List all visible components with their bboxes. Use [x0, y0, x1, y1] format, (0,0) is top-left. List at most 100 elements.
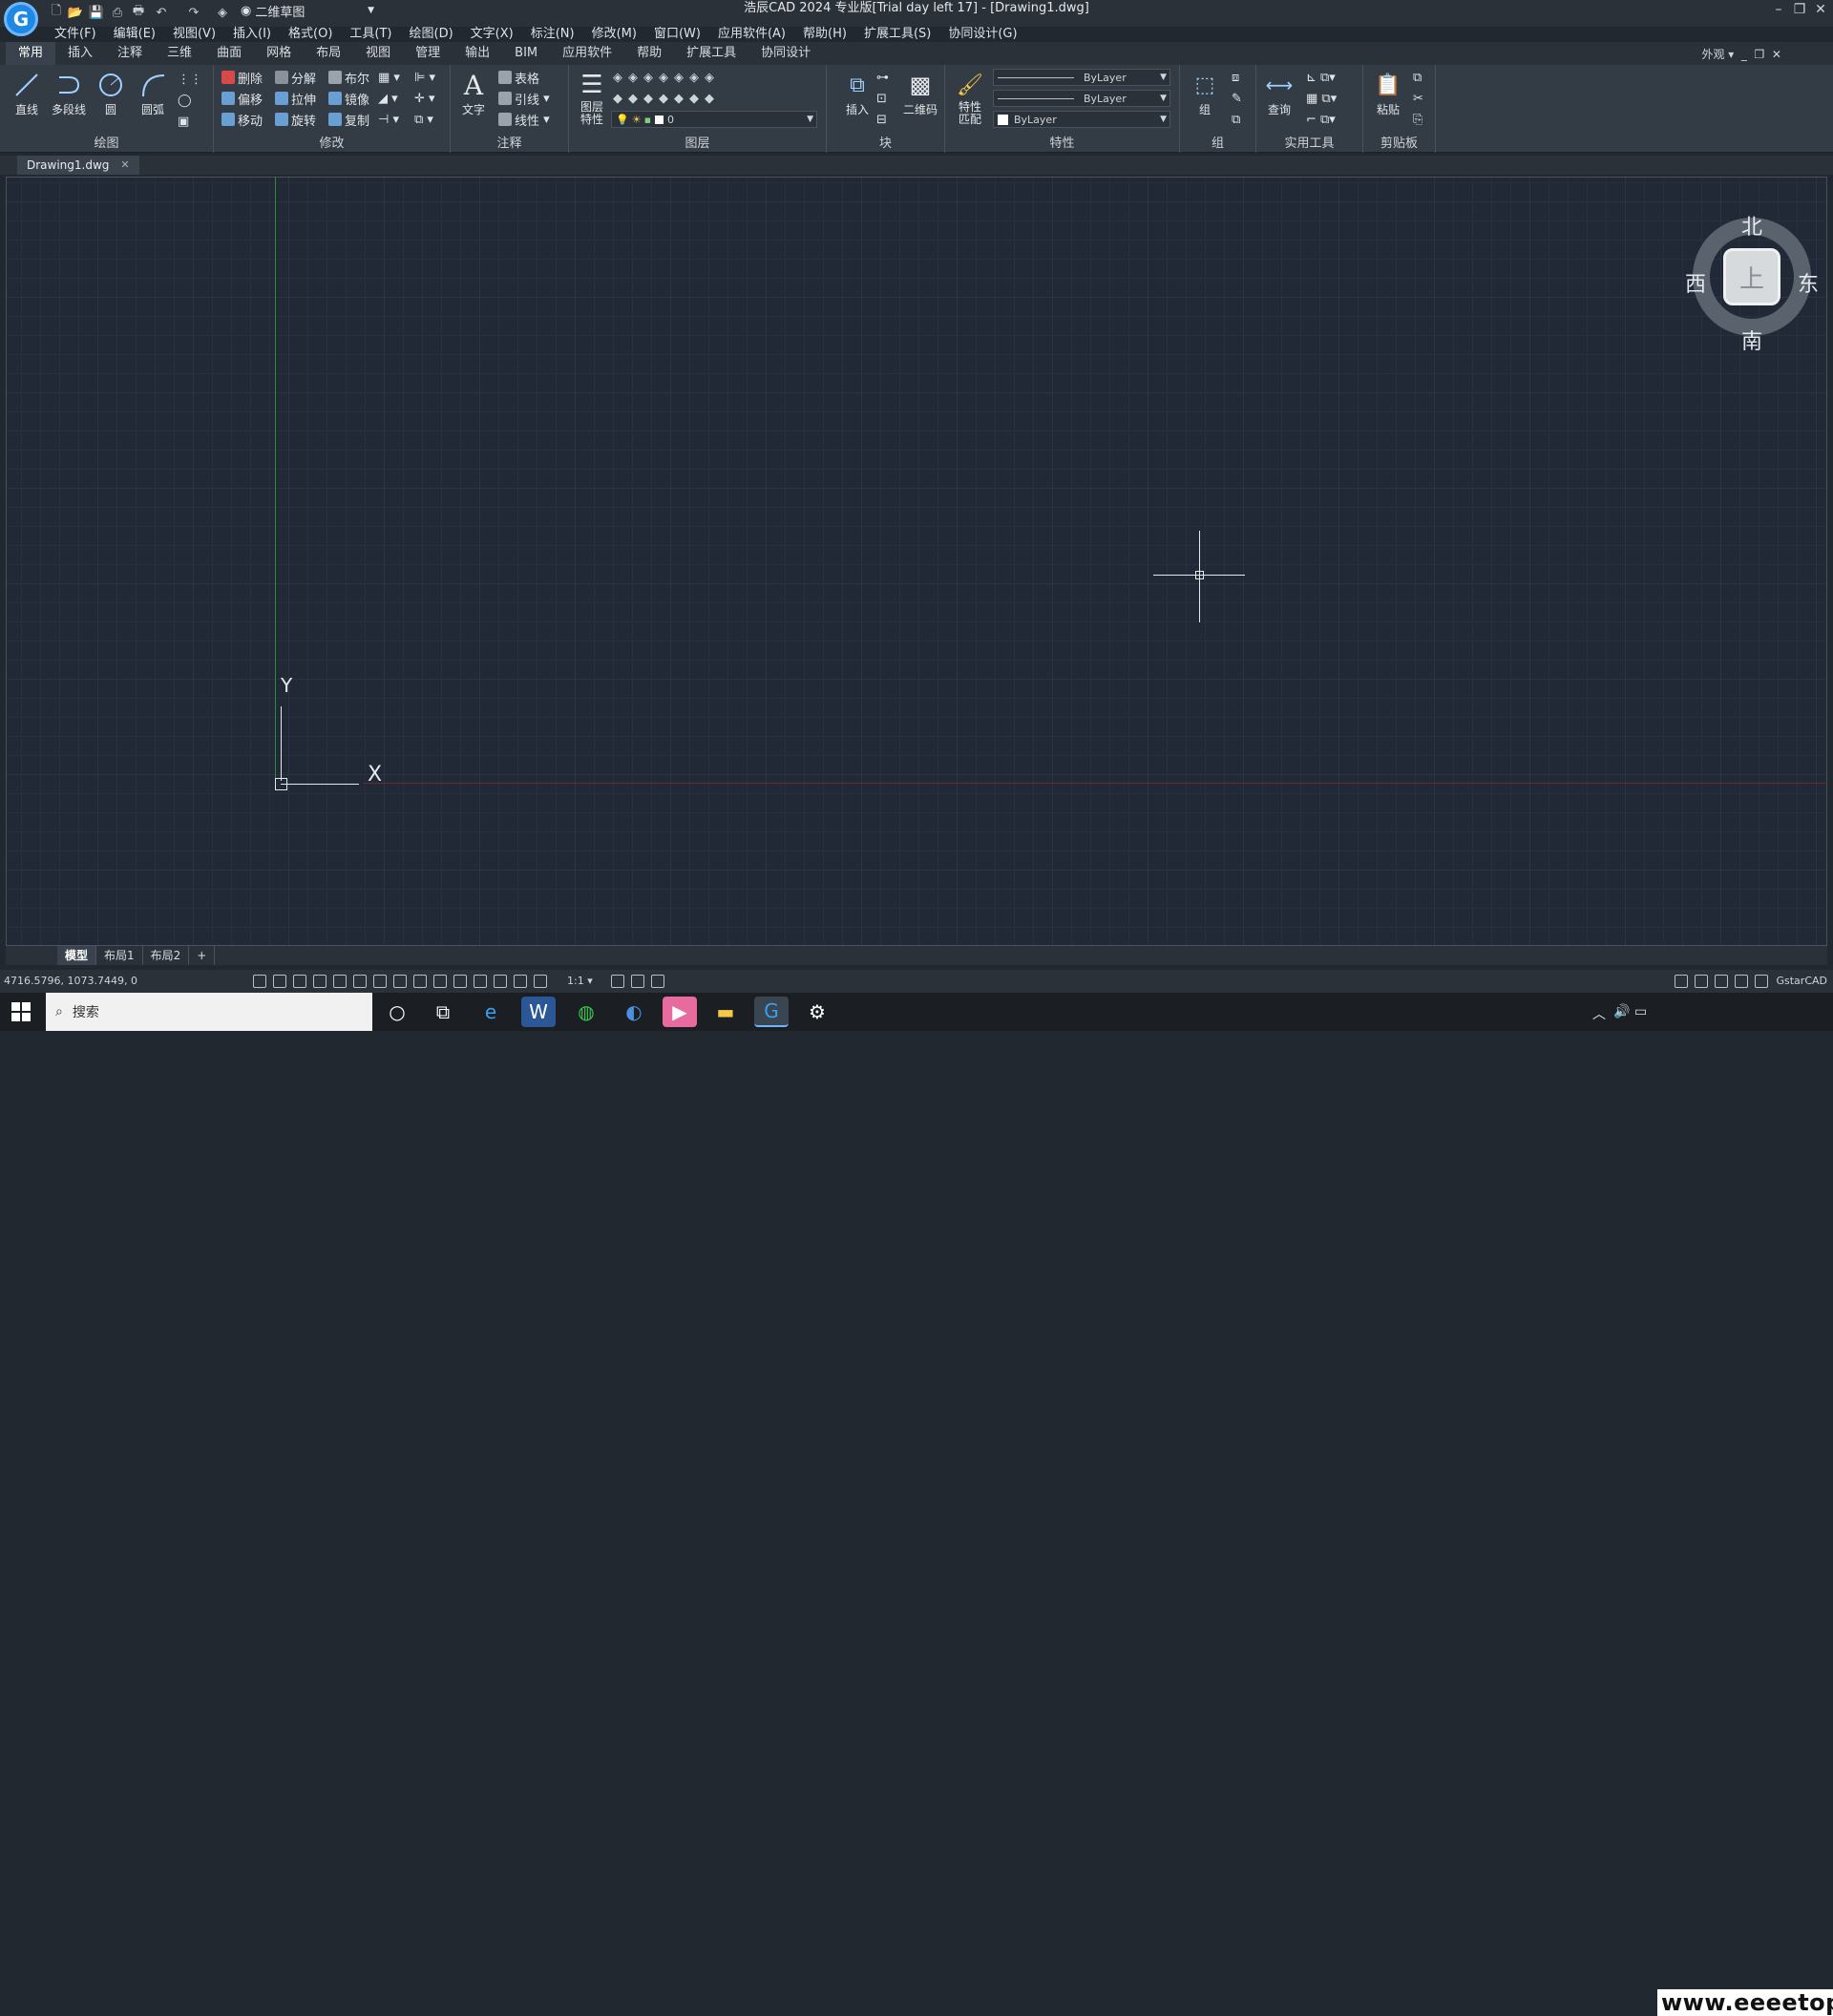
drawing-canvas[interactable]	[6, 177, 1827, 946]
edge-icon[interactable]: e	[474, 997, 508, 1027]
save-icon[interactable]: 💾	[89, 4, 104, 21]
tab-help[interactable]: 帮助	[624, 42, 674, 65]
tab-layout1[interactable]: 布局1	[96, 946, 143, 965]
tab-annotate[interactable]: 注释	[105, 42, 155, 65]
linetype-select[interactable]: ByLayer ▼	[993, 90, 1170, 107]
erase-button[interactable]: 删除	[221, 69, 263, 87]
close-button[interactable]: ✕	[1810, 1, 1831, 18]
offset-button[interactable]: 偏移	[221, 90, 263, 108]
block-refedit-icon[interactable]: ⊟	[876, 111, 887, 128]
rectangle-icon[interactable]: ▣	[178, 113, 189, 130]
boolean-button[interactable]: 布尔	[328, 69, 369, 87]
layer-properties-button[interactable]: ☰ 图层 特性	[573, 71, 611, 137]
circle-button[interactable]: 圆	[92, 71, 130, 137]
lightbulb-icon[interactable]	[1715, 975, 1728, 988]
infer-icon[interactable]	[293, 975, 306, 988]
ungroup-icon[interactable]: ⧈	[1232, 69, 1239, 86]
workspace-select[interactable]: ◉ 二维草图 ▼	[241, 2, 374, 20]
settings-gear-icon[interactable]: ⚙	[800, 997, 834, 1027]
file-explorer-icon[interactable]: ▬	[708, 997, 743, 1027]
menu-window[interactable]: 窗口(W)	[645, 23, 709, 41]
tab-model[interactable]: 模型	[57, 946, 97, 965]
otrack-icon[interactable]	[373, 975, 387, 988]
menu-draw[interactable]: 绘图(D)	[401, 23, 462, 41]
fillet-icon[interactable]: ◢ ▾	[378, 90, 398, 107]
taskbar-search[interactable]: ⌕ 搜索	[46, 993, 372, 1031]
annotation-visibility-icon[interactable]	[611, 975, 624, 988]
selection-cycling-icon[interactable]	[494, 975, 507, 988]
tray-chevron-up-icon[interactable]: ︿	[1592, 1004, 1606, 1023]
app-logo-icon[interactable]: G	[4, 2, 38, 36]
tab-layout2[interactable]: 布局2	[143, 946, 190, 965]
menu-help[interactable]: 帮助(H)	[794, 23, 855, 41]
tab-bim[interactable]: BIM	[502, 42, 550, 65]
lineweight-select[interactable]: ByLayer ▼	[993, 69, 1170, 86]
gear-icon[interactable]	[1675, 975, 1688, 988]
stretch-button[interactable]: 拉伸	[275, 90, 316, 108]
layer-tools-row1-icon[interactable]: ◈◈◈◈◈◈◈	[613, 69, 720, 86]
menu-file[interactable]: 文件(F)	[46, 23, 105, 41]
wechat-icon[interactable]: ◍	[569, 997, 603, 1027]
menu-extensions[interactable]: 扩展工具(S)	[855, 23, 939, 41]
browser-icon[interactable]: ◐	[617, 997, 651, 1027]
menu-collab[interactable]: 协同设计(G)	[939, 23, 1025, 41]
polyline-button[interactable]: 多段线	[50, 71, 88, 137]
network-icon[interactable]: ▭	[1634, 1004, 1647, 1019]
qrcode-button[interactable]: ▩ 二维码	[899, 71, 941, 137]
open-file-icon[interactable]: 📂	[68, 4, 83, 21]
snap-icon[interactable]	[273, 975, 286, 988]
tab-collab[interactable]: 协同设计	[748, 42, 823, 65]
appearance-menu[interactable]: 外观 ▾ _ ❐ ✕	[1701, 46, 1781, 62]
isodraft-icon[interactable]	[353, 975, 367, 988]
3dosnap-icon[interactable]	[413, 975, 427, 988]
tab-home[interactable]: 常用	[6, 42, 56, 65]
lineweight-icon[interactable]	[453, 975, 467, 988]
extend-icon[interactable]: ✛ ▾	[414, 90, 435, 107]
menu-dimension[interactable]: 标注(N)	[522, 23, 583, 41]
paste-button[interactable]: 📋 粘贴	[1369, 71, 1407, 137]
tab-view[interactable]: 视图	[353, 42, 403, 65]
zoom-icon[interactable]	[514, 975, 527, 988]
maximize-button[interactable]: ❐	[1789, 1, 1810, 18]
menu-modify[interactable]: 修改(M)	[583, 23, 645, 41]
windows-start-icon[interactable]	[11, 1002, 31, 1021]
layer-tools-row2-icon[interactable]: ◆◆◆◆◆◆◆	[613, 90, 720, 107]
properties-toggle-icon[interactable]	[651, 975, 664, 988]
tab-output[interactable]: 输出	[453, 42, 502, 65]
volume-icon[interactable]: 🔊	[1613, 1004, 1630, 1019]
point-style-icon[interactable]: ⌐ ⧉▾	[1306, 111, 1336, 128]
transparency-icon[interactable]	[474, 975, 487, 988]
tab-3d[interactable]: 三维	[155, 42, 204, 65]
document-tab[interactable]: Drawing1.dwg ✕	[17, 156, 139, 175]
align-icon[interactable]: ⊫ ▾	[414, 69, 435, 86]
viewcube-north[interactable]: 北	[1741, 210, 1762, 241]
menu-insert[interactable]: 插入(I)	[224, 23, 280, 41]
minimize-button[interactable]: –	[1768, 1, 1789, 18]
copy-base-icon[interactable]: ⎘	[1413, 111, 1422, 128]
viewcube-south[interactable]: 南	[1741, 325, 1762, 355]
copy-button[interactable]: 复制	[328, 111, 369, 129]
grid-icon[interactable]	[253, 975, 266, 988]
viewcube-east[interactable]: 东	[1798, 267, 1819, 298]
layers-quick-icon[interactable]: ◈	[216, 4, 229, 21]
viewport-icon[interactable]	[534, 975, 547, 988]
layer-select[interactable]: 💡 ☀ ▪ 0 ▼	[611, 111, 817, 128]
viewcube-west[interactable]: 西	[1685, 267, 1706, 298]
tab-extensions[interactable]: 扩展工具	[674, 42, 748, 65]
insert-block-button[interactable]: ⧉ 插入	[838, 71, 876, 137]
rotate-button[interactable]: 旋转	[275, 111, 316, 129]
menu-apps[interactable]: 应用软件(A)	[709, 23, 794, 41]
undo-icon[interactable]: ↶	[153, 4, 170, 21]
group-edit-icon[interactable]: ✎	[1232, 90, 1242, 107]
match-properties-button[interactable]: 🖌 特性 匹配	[951, 71, 989, 137]
hatch-dots-icon[interactable]: ⋮⋮	[178, 71, 202, 88]
cut-icon[interactable]: ✂	[1413, 90, 1423, 107]
tab-layout[interactable]: 布局	[304, 42, 353, 65]
add-layout-button[interactable]: +	[189, 946, 216, 965]
block-attr-icon[interactable]: ⊡	[876, 90, 887, 107]
menu-tools[interactable]: 工具(T)	[341, 23, 400, 41]
isolate-icon[interactable]	[1735, 975, 1748, 988]
table-button[interactable]: 表格	[498, 69, 539, 87]
osnap-icon[interactable]	[393, 975, 407, 988]
tab-surface[interactable]: 曲面	[204, 42, 254, 65]
